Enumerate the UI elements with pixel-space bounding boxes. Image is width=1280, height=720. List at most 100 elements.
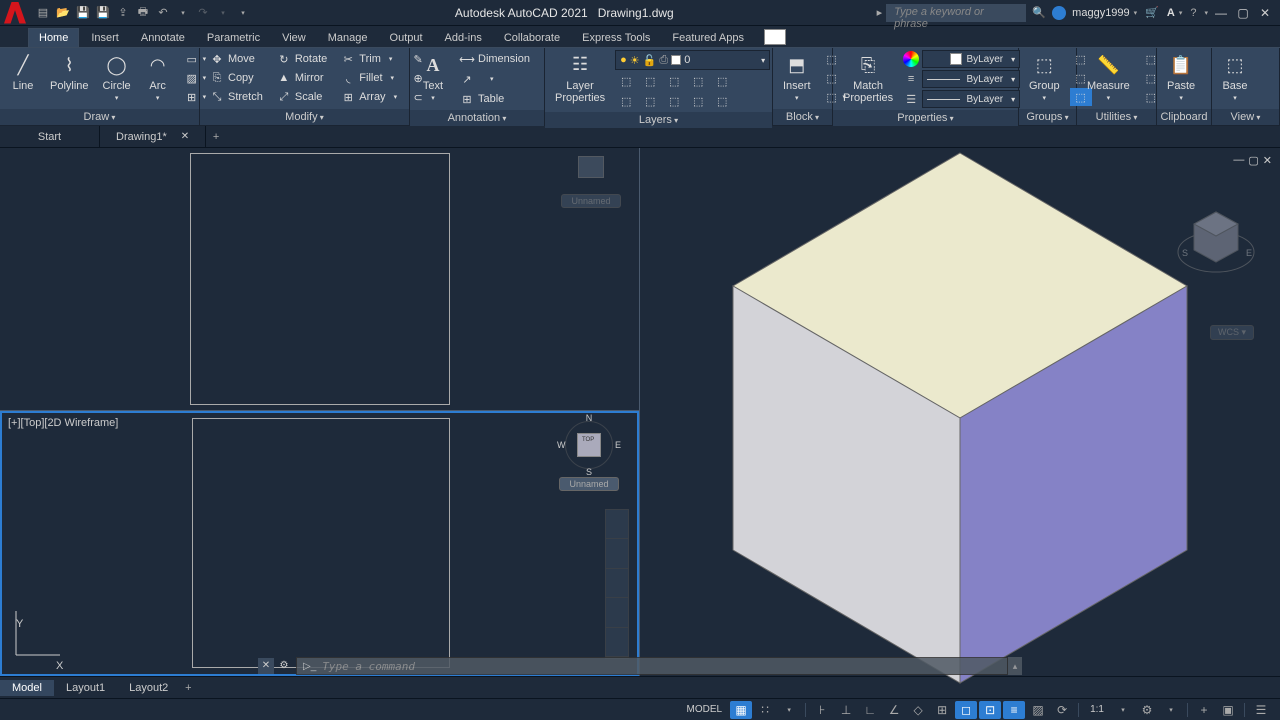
status-model-label[interactable]: MODEL	[681, 704, 729, 715]
qat-customize-icon[interactable]: ▾	[234, 4, 252, 22]
mirror-button[interactable]: ▲Mirror	[273, 69, 331, 87]
table-button[interactable]: ⊞Table	[456, 90, 534, 108]
tab-featured-apps[interactable]: Featured Apps	[662, 29, 754, 47]
viewport-right[interactable]: — ▢ ✕ S E WCS ▾	[640, 148, 1280, 676]
array-button[interactable]: ⊞Array▾	[337, 88, 401, 106]
layer-btn-9[interactable]: ⬚	[687, 92, 709, 110]
bottomtab-model[interactable]: Model	[0, 680, 54, 696]
panel-title-annotation[interactable]: Annotation	[410, 110, 544, 126]
user-avatar-icon[interactable]	[1052, 6, 1066, 20]
status-customize-icon[interactable]: ☰	[1250, 701, 1272, 719]
nav-orbit-icon[interactable]	[606, 598, 628, 628]
status-dd3-icon[interactable]: ▾	[1160, 701, 1182, 719]
linetype-icon[interactable]: ☰	[903, 93, 919, 106]
panel-title-block[interactable]: Block	[773, 109, 832, 125]
layer-btn-6[interactable]: ⬚	[615, 92, 637, 110]
qat-web-icon[interactable]: ⇪	[114, 4, 132, 22]
qat-redo-icon[interactable]: ↷	[194, 4, 212, 22]
search-input[interactable]: Type a keyword or phrase	[886, 4, 1026, 22]
viewport-top-left[interactable]: Unnamed	[0, 148, 639, 411]
status-scale[interactable]: 1:1	[1084, 704, 1110, 715]
panel-title-view[interactable]: View	[1212, 109, 1279, 125]
dimension-button[interactable]: ⟷Dimension	[456, 50, 534, 68]
nav-zoom-icon[interactable]	[606, 569, 628, 599]
tab-insert[interactable]: Insert	[81, 29, 129, 47]
layer-btn-2[interactable]: ⬚	[639, 72, 661, 90]
status-ortho-icon[interactable]: ∟	[859, 701, 881, 719]
insert-button[interactable]: ⬒Insert▾	[779, 50, 815, 107]
viewcube-label-1[interactable]: Unnamed	[561, 194, 621, 208]
lineweight-icon[interactable]: ≡	[903, 73, 919, 85]
qat-redo-dd-icon[interactable]: ▾	[214, 4, 232, 22]
status-osnap-icon[interactable]: ⊞	[931, 701, 953, 719]
nav-pan-icon[interactable]	[606, 539, 628, 569]
status-gear-icon[interactable]: ⚙	[1136, 701, 1158, 719]
tab-express-tools[interactable]: Express Tools	[572, 29, 660, 47]
text-button[interactable]: AText▾	[416, 50, 450, 108]
layer-btn-8[interactable]: ⬚	[663, 92, 685, 110]
qat-open-icon[interactable]: 📂	[54, 4, 72, 22]
scale-button[interactable]: ⤢Scale	[273, 88, 331, 106]
close-button[interactable]: ✕	[1256, 5, 1274, 21]
layer-btn-10[interactable]: ⬚	[711, 92, 733, 110]
lineweight-selector[interactable]: ByLayer	[922, 70, 1020, 88]
group-button[interactable]: ⬚Group▾	[1025, 50, 1064, 107]
tab-manage[interactable]: Manage	[318, 29, 378, 47]
share-arrow-icon[interactable]: ▸	[877, 6, 883, 19]
maximize-button[interactable]: ▢	[1234, 5, 1252, 21]
doctab-start[interactable]: Start	[0, 126, 100, 147]
tab-output[interactable]: Output	[380, 29, 433, 47]
vp-close-icon[interactable]: ✕	[1263, 154, 1272, 167]
user-name[interactable]: maggy1999	[1072, 7, 1130, 19]
help-icon[interactable]: ?	[1190, 7, 1196, 19]
tab-view[interactable]: View	[272, 29, 316, 47]
status-infer-icon[interactable]: ⊦	[811, 701, 833, 719]
trim-button[interactable]: ✂Trim▾	[337, 50, 401, 68]
vp-minimize-icon[interactable]: —	[1233, 154, 1244, 167]
viewcube-label-2[interactable]: Unnamed	[559, 477, 619, 491]
qat-save-icon[interactable]: 💾	[74, 4, 92, 22]
status-max-vp-icon[interactable]: ▣	[1217, 701, 1239, 719]
command-input[interactable]: ▷_ Type a command	[296, 657, 1008, 675]
qat-saveas-icon[interactable]: 💾	[94, 4, 112, 22]
ucs-icon[interactable]	[8, 603, 68, 666]
linetype-selector[interactable]: ByLayer	[922, 90, 1020, 108]
paste-button[interactable]: 📋Paste▾	[1163, 50, 1199, 107]
cmdline-customize-icon[interactable]: ⚙	[276, 658, 292, 674]
panel-title-utilities[interactable]: Utilities	[1077, 109, 1156, 125]
search-icon[interactable]: 🔍	[1030, 4, 1048, 22]
polyline-button[interactable]: ⌇Polyline	[46, 50, 93, 107]
rotate-button[interactable]: ↻Rotate	[273, 50, 331, 68]
status-iso-icon[interactable]: ◇	[907, 701, 929, 719]
layer-btn-1[interactable]: ⬚	[615, 72, 637, 90]
doctab-close-icon[interactable]: ✕	[181, 131, 189, 142]
status-snap-icon[interactable]: ∷	[754, 701, 776, 719]
status-3dosnap-icon[interactable]: ◻	[955, 701, 977, 719]
layer-properties-button[interactable]: ☷Layer Properties	[551, 50, 609, 106]
status-grid-icon[interactable]: ▦	[730, 701, 752, 719]
doctab-drawing[interactable]: Drawing1*✕	[100, 126, 206, 147]
panel-toggle-icon[interactable]	[764, 29, 786, 45]
status-cycling-icon[interactable]: ⟳	[1051, 701, 1073, 719]
nav-wheel-icon[interactable]	[606, 510, 628, 540]
base-button[interactable]: ⬚Base▾	[1218, 50, 1252, 107]
color-selector[interactable]: ByLayer	[922, 50, 1020, 68]
nav-showmotion-icon[interactable]	[606, 628, 628, 658]
viewcube-compass[interactable]: NSEW TOP	[561, 417, 617, 473]
status-polar-icon[interactable]: ∠	[883, 701, 905, 719]
panel-title-properties[interactable]: Properties	[833, 110, 1018, 126]
qat-undo-dd-icon[interactable]: ▾	[174, 4, 192, 22]
tab-annotate[interactable]: Annotate	[131, 29, 195, 47]
status-plus-icon[interactable]: +	[1193, 701, 1215, 719]
app-logo[interactable]	[4, 2, 26, 24]
bottomtab-add-button[interactable]: +	[180, 682, 196, 694]
status-dynamic-icon[interactable]: ⊥	[835, 701, 857, 719]
qat-plot-icon[interactable]: 🖶	[134, 4, 152, 22]
layer-btn-4[interactable]: ⬚	[687, 72, 709, 90]
leader-button[interactable]: ↗▾	[456, 70, 534, 88]
tab-home[interactable]: Home	[28, 28, 79, 47]
measure-button[interactable]: 📏Measure▾	[1083, 50, 1134, 107]
status-dd-icon[interactable]: ▾	[778, 701, 800, 719]
layer-btn-7[interactable]: ⬚	[639, 92, 661, 110]
viewcube-label-3[interactable]: WCS ▾	[1210, 325, 1254, 340]
